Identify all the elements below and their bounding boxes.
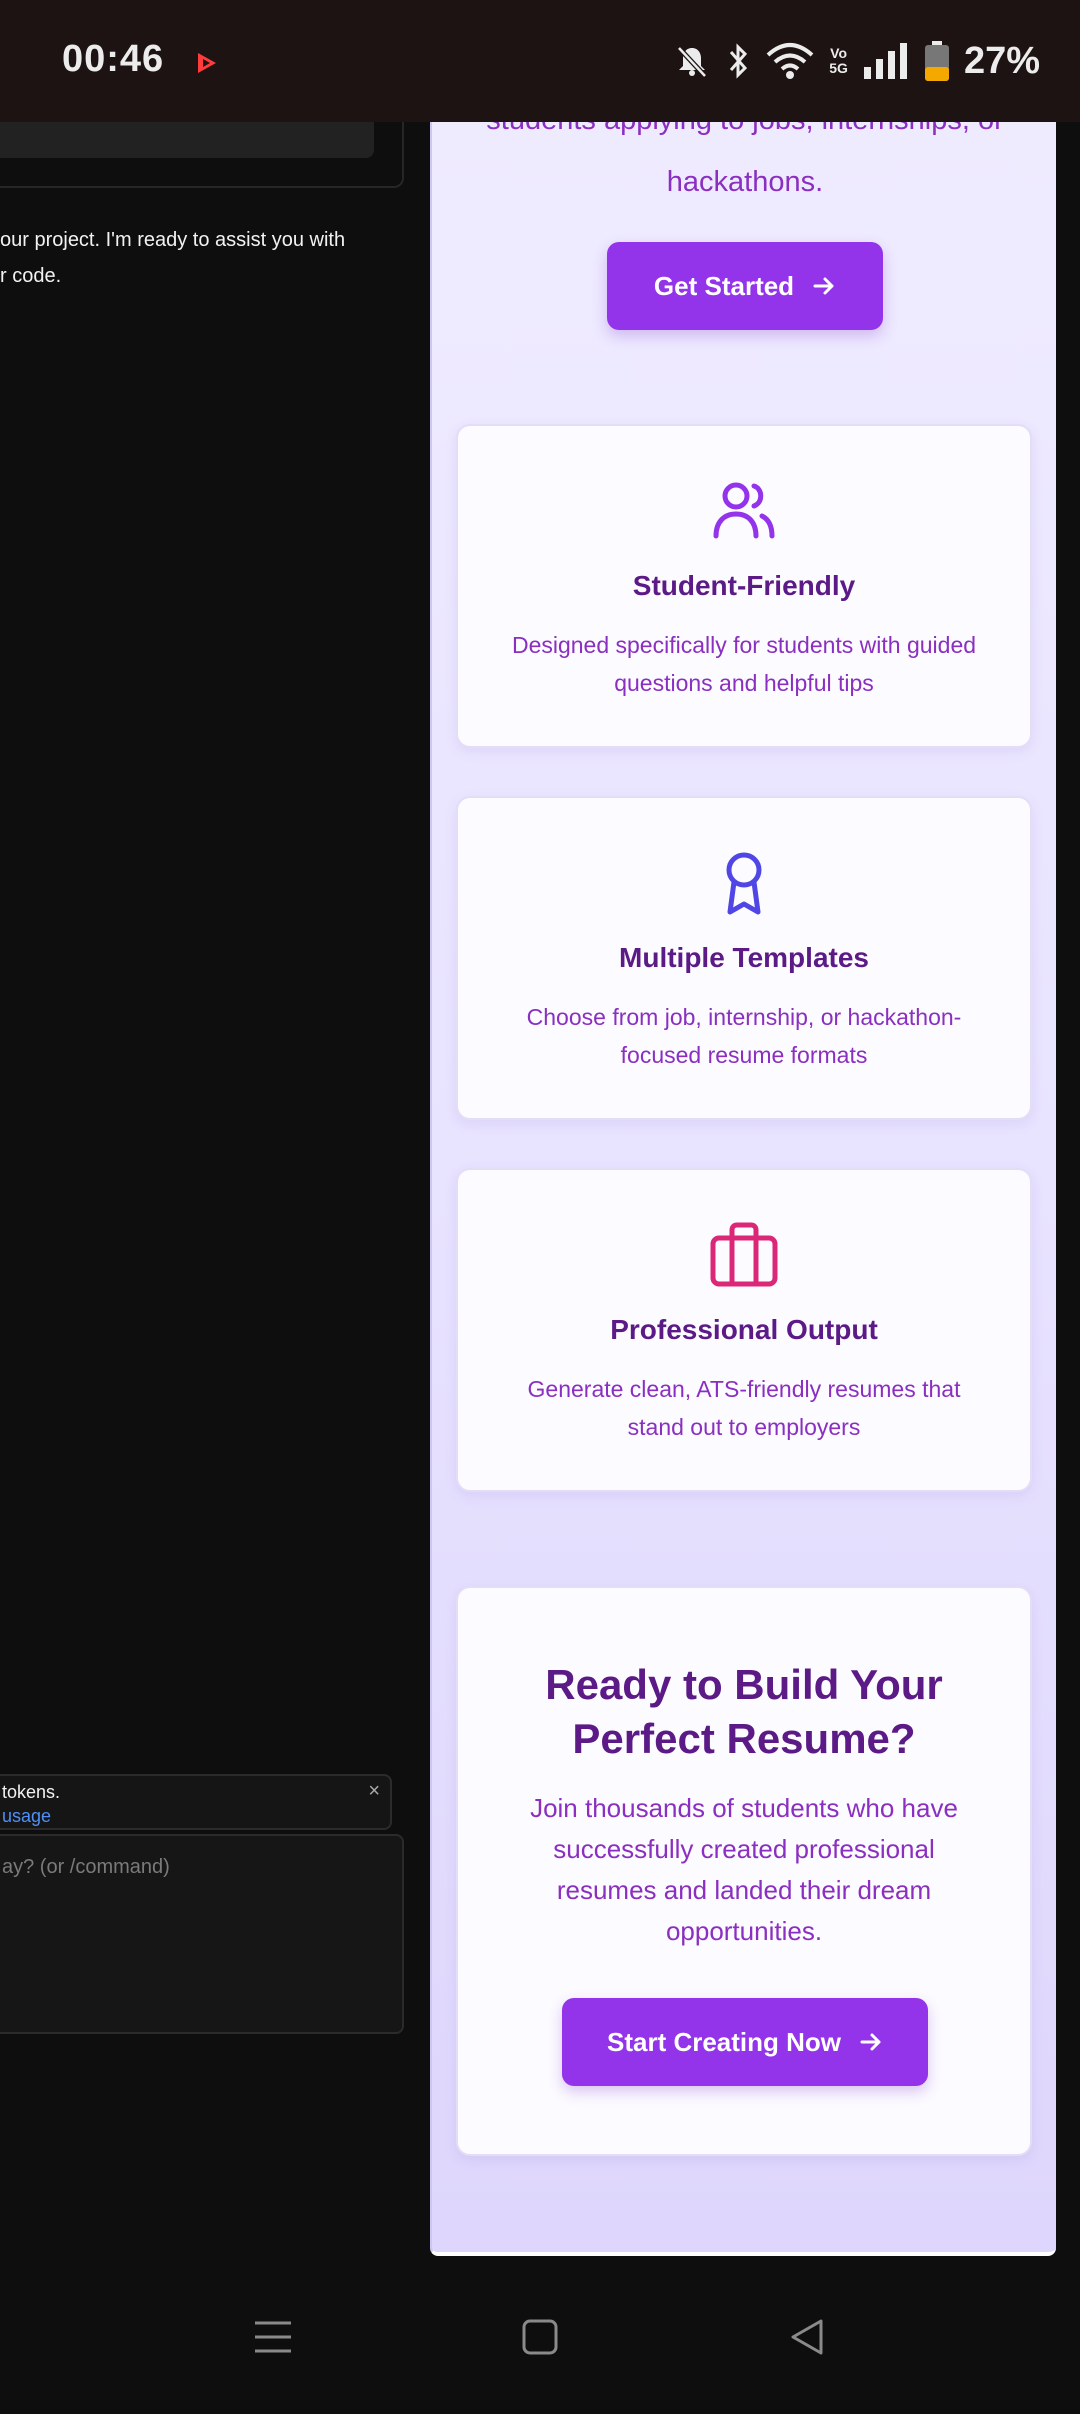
recents-icon[interactable]	[248, 2312, 298, 2362]
editor-panel: our project. I'm ready to assist you wit…	[0, 122, 428, 2252]
back-icon[interactable]	[782, 2312, 832, 2362]
battery-percent: 27%	[963, 39, 1040, 82]
editor-top-inner	[0, 122, 374, 158]
usage-link[interactable]: usage	[2, 1806, 51, 1827]
assistant-message-line-1: our project. I'm ready to assist you wit…	[0, 229, 346, 251]
feature-title: Multiple Templates	[619, 942, 869, 973]
feature-title: Student-Friendly	[632, 570, 856, 601]
mute-icon	[673, 42, 711, 80]
close-icon[interactable]: ×	[368, 1780, 380, 1803]
chat-input-placeholder: ay? (or /command)	[2, 1856, 170, 1878]
start-creating-label: Start Creating Now	[606, 2026, 842, 2057]
home-icon[interactable]	[515, 2312, 565, 2362]
assistant-message-line-2: r code.	[0, 265, 62, 287]
status-time: 00:46	[62, 38, 165, 80]
wifi-icon	[765, 41, 815, 81]
hero-subtitle-line-2: hackathons.	[666, 166, 824, 198]
feature-card-professional-output: Professional Output Generate clean, ATS-…	[456, 1168, 1032, 1492]
hero-subtitle-line-1: students applying to jobs, internships, …	[432, 122, 1058, 144]
feature-title: Professional Output	[610, 1314, 878, 1345]
get-started-button[interactable]: Get Started	[607, 242, 883, 330]
network-label-bottom: 5G	[829, 60, 848, 76]
signal-icon	[862, 41, 910, 81]
cta-title: Ready to Build Your Perfect Resume?	[545, 1661, 943, 1762]
bluetooth-icon	[725, 42, 751, 80]
navigation-bar	[0, 2260, 1080, 2414]
feature-card-student-friendly: Student-Friendly Designed specifically f…	[456, 424, 1032, 748]
editor-top-box	[0, 122, 404, 188]
status-icons: Vo 5G 27%	[673, 36, 1040, 86]
briefcase-icon	[710, 1222, 778, 1287]
start-creating-button[interactable]: Start Creating Now	[562, 1998, 928, 2086]
cta-card: Ready to Build Your Perfect Resume? Join…	[456, 1586, 1032, 2156]
battery-icon	[924, 40, 950, 82]
arrow-right-icon	[813, 277, 834, 295]
assistant-message: our project. I'm ready to assist you wit…	[0, 222, 420, 294]
network-type: Vo 5G	[829, 46, 848, 76]
feature-description: Choose from job, internship, or hackatho…	[526, 1004, 962, 1068]
token-notice-text: tokens.	[2, 1782, 61, 1802]
token-notice: tokens. usage ×	[0, 1774, 392, 1830]
get-started-label: Get Started	[653, 270, 795, 301]
feature-description: Designed specifically for students with …	[511, 632, 977, 696]
arrow-right-icon	[860, 2033, 881, 2051]
youtube-icon	[198, 53, 216, 73]
feature-card-multiple-templates: Multiple Templates Choose from job, inte…	[456, 796, 1032, 1120]
network-label-top: Vo	[830, 45, 848, 61]
award-icon	[726, 852, 762, 915]
hero-subtitle: students applying to jobs, internships, …	[432, 122, 1058, 206]
users-icon	[713, 482, 775, 539]
feature-description: Generate clean, ATS-friendly resumes tha…	[527, 1376, 961, 1440]
status-bar: 00:46 Vo 5G 27%	[0, 0, 1080, 122]
cta-text: Join thousands of students who have succ…	[530, 1793, 958, 1946]
chat-input[interactable]: ay? (or /command)	[0, 1834, 404, 2034]
app-preview: students applying to jobs, internships, …	[430, 122, 1056, 2256]
